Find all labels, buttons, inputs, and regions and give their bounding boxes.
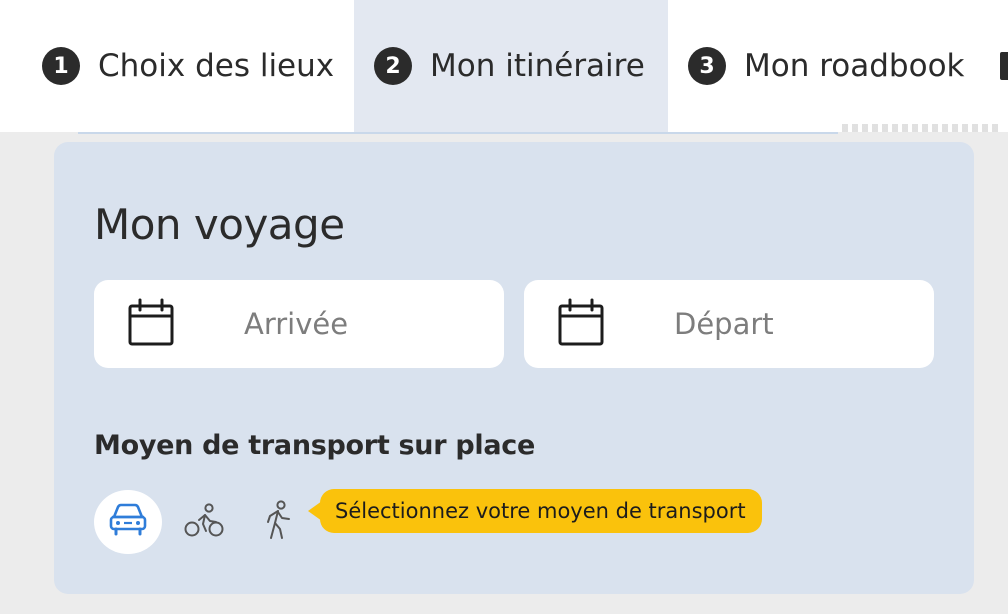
trip-card: Mon voyage Arrivée Départ Moyen de trans…	[54, 142, 974, 594]
tab-scroll-edge	[1000, 52, 1008, 80]
transport-car-button[interactable]	[94, 490, 162, 554]
transport-tooltip: Sélectionnez votre moyen de transport	[308, 489, 762, 533]
decorative-border	[842, 124, 1002, 132]
bicycle-icon	[184, 502, 224, 542]
step-number-badge: 2	[374, 47, 412, 85]
tab-choix-des-lieux[interactable]: 1 Choix des lieux	[0, 0, 354, 132]
step-number-badge: 1	[42, 47, 80, 85]
transport-heading: Moyen de transport sur place	[94, 430, 535, 461]
tab-label: Mon roadbook	[744, 48, 965, 84]
tab-mon-roadbook[interactable]: 3 Mon roadbook	[668, 0, 1008, 132]
departure-date-field[interactable]: Départ	[524, 280, 934, 368]
step-number-badge: 3	[688, 47, 726, 85]
arrival-placeholder: Arrivée	[244, 307, 349, 341]
tab-underline	[78, 132, 838, 134]
departure-placeholder: Départ	[674, 307, 774, 341]
transport-walking-button[interactable]	[244, 490, 312, 554]
transport-bicycle-button[interactable]	[170, 490, 238, 554]
tab-label: Choix des lieux	[98, 48, 335, 84]
trip-title: Mon voyage	[94, 200, 345, 249]
walking-icon	[261, 500, 295, 544]
calendar-icon	[558, 298, 604, 352]
calendar-icon	[128, 298, 174, 352]
tab-mon-itineraire[interactable]: 2 Mon itinéraire	[354, 0, 668, 132]
arrival-date-field[interactable]: Arrivée	[94, 280, 504, 368]
step-tabs: 1 Choix des lieux 2 Mon itinéraire 3 Mon…	[0, 0, 1008, 132]
tab-label: Mon itinéraire	[430, 48, 645, 84]
car-icon	[108, 503, 148, 541]
